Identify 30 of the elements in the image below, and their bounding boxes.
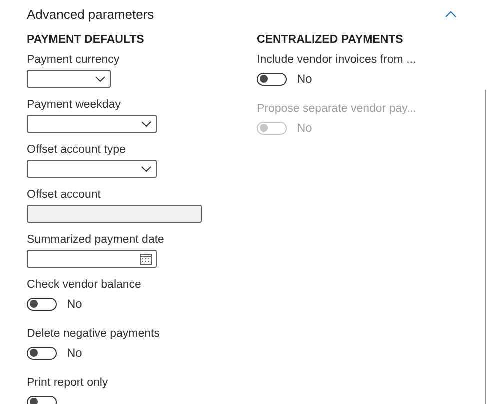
toggle-switch[interactable] (27, 298, 57, 310)
field-label: Propose separate vendor pay... (257, 103, 418, 115)
toggle-switch[interactable] (257, 72, 287, 86)
field-label: Payment weekday (27, 99, 122, 111)
section-title: Advanced parameters (27, 6, 154, 22)
field-label: Offset account (27, 189, 102, 201)
group-heading: CENTRALIZED PAYMENTS (257, 34, 404, 46)
calendar-icon (140, 254, 152, 264)
field-label: Summarized payment date (27, 234, 166, 246)
field-label: Offset account type (27, 144, 127, 156)
toggle-value: No (67, 297, 82, 311)
toggle-value: No (297, 121, 312, 135)
field-label: Delete negative payments (27, 328, 161, 340)
chevron-down-icon (141, 166, 152, 172)
dropdown-field[interactable] (27, 115, 157, 133)
chevron-up-icon[interactable] (445, 10, 457, 18)
group-heading: PAYMENT DEFAULTS (27, 34, 146, 46)
input-field[interactable] (27, 205, 202, 223)
dropdown-field[interactable] (27, 70, 111, 88)
date-field[interactable] (27, 250, 157, 268)
field-label: Payment currency (27, 54, 121, 66)
field-label: Include vendor invoices from ... (257, 54, 418, 66)
chevron-down-icon (95, 76, 106, 82)
dropdown-field[interactable] (27, 160, 157, 178)
chevron-down-icon (141, 120, 152, 128)
field-label: Check vendor balance (27, 279, 142, 291)
toggle-switch[interactable] (27, 346, 57, 360)
field-label: Print report only (27, 377, 110, 389)
toggle-value: No (297, 72, 312, 86)
toggle-value: No (67, 346, 82, 360)
